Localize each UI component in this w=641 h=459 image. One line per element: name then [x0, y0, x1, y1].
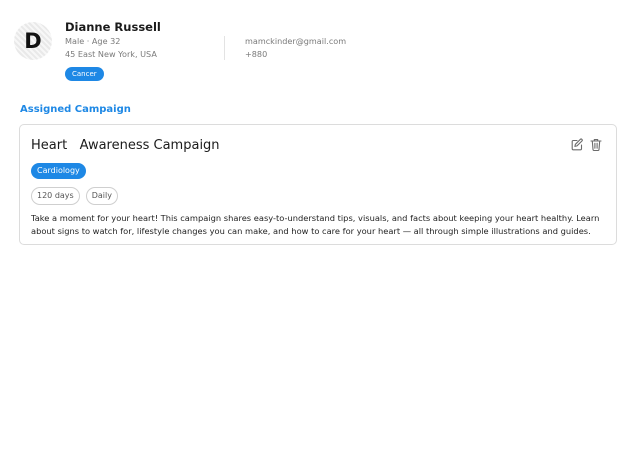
- patient-profile-header: D Dianne Russell Male · Age 32 45 East N…: [14, 20, 626, 82]
- campaign-card: Heart Awareness Campaign Cardiology 120 …: [19, 124, 617, 245]
- campaign-chips: 120 days Daily: [31, 187, 118, 205]
- patient-name: Dianne Russell: [65, 20, 161, 34]
- patient-info: Dianne Russell Male · Age 32 45 East New…: [65, 20, 225, 81]
- frequency-chip: Daily: [85, 187, 118, 205]
- divider: [224, 36, 225, 60]
- campaign-actions: [571, 138, 602, 151]
- patient-email: mamckinder@gmail.com: [245, 36, 347, 46]
- patient-contact: mamckinder@gmail.com +880: [245, 35, 346, 61]
- category-tag: Cardiology: [31, 163, 86, 179]
- campaign-description: Take a moment for your heart! This campa…: [31, 213, 600, 236]
- avatar-initial: D: [24, 28, 42, 53]
- trash-icon[interactable]: [590, 138, 602, 151]
- patient-address: 45 East New York, USA: [65, 49, 157, 59]
- duration-chip: 120 days: [31, 187, 80, 205]
- section-title-assigned-campaign: Assigned Campaign: [20, 104, 131, 115]
- patient-phone: +880: [245, 49, 268, 59]
- edit-icon[interactable]: [571, 138, 583, 151]
- condition-badge: Cancer: [65, 67, 104, 81]
- campaign-title: Heart Awareness Campaign: [31, 138, 220, 153]
- avatar: D: [14, 22, 52, 60]
- patient-demographics: Male · Age 32: [65, 36, 121, 46]
